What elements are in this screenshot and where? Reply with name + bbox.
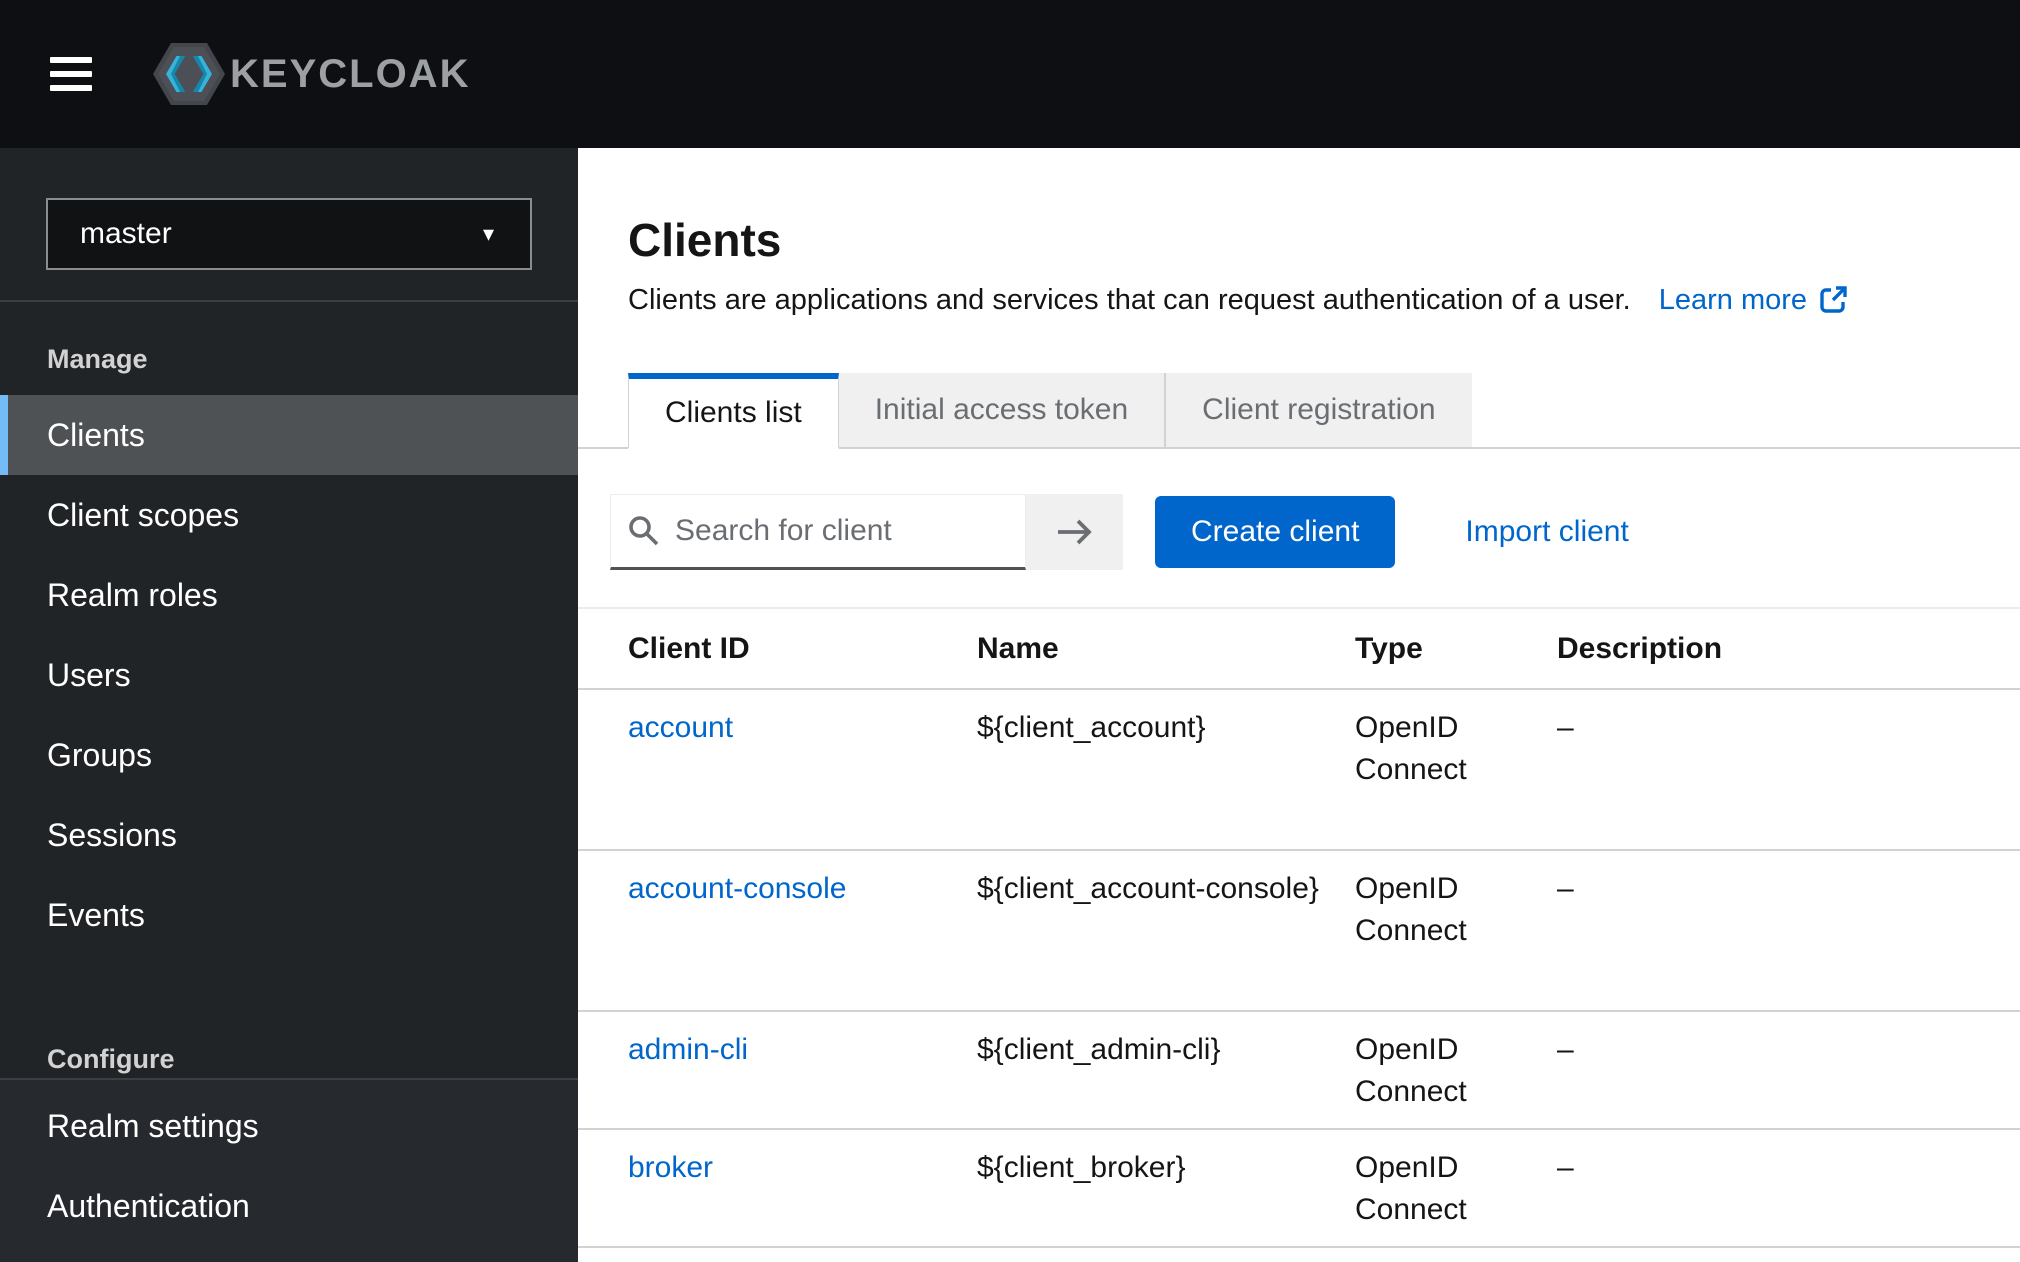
realm-selector[interactable]: master ▾ <box>46 198 532 270</box>
chevron-down-icon: ▾ <box>483 221 494 247</box>
brand-logo: KEYCLOAK <box>152 41 470 107</box>
learn-more-link[interactable]: Learn more <box>1659 282 1849 318</box>
client-id-link[interactable]: account <box>628 707 977 749</box>
sidebar-item-label: Client scopes <box>47 497 239 534</box>
table-row: admin-cli ${client_admin-cli} OpenID Con… <box>578 1012 2020 1130</box>
hamburger-icon <box>50 85 92 91</box>
sidebar-item-realm-roles[interactable]: Realm roles <box>0 555 578 635</box>
search-box <box>610 494 1026 570</box>
sidebar: master ▾ Manage Clients Client scopes Re… <box>0 148 578 1262</box>
sidebar-item-label: Sessions <box>47 817 177 854</box>
table-row: broker ${client_broker} OpenID Connect – <box>578 1130 2020 1248</box>
realm-name: master <box>80 217 172 251</box>
client-description: – <box>1557 1029 1980 1071</box>
client-type: OpenID Connect <box>1355 1147 1545 1231</box>
sidebar-item-label: Users <box>47 657 131 694</box>
sidebar-item-label: Realm settings <box>47 1108 259 1145</box>
sidebar-item-client-scopes[interactable]: Client scopes <box>0 475 578 555</box>
column-header-client-id: Client ID <box>628 632 977 666</box>
tab-client-registration[interactable]: Client registration <box>1164 373 1471 449</box>
client-type: OpenID Connect <box>1355 707 1545 791</box>
keycloak-logo-icon <box>152 41 226 107</box>
external-link-icon <box>1817 284 1849 316</box>
brand-name: KEYCLOAK <box>230 52 470 97</box>
table-body: account ${client_account} OpenID Connect… <box>578 690 2020 1248</box>
tab-initial-access-token[interactable]: Initial access token <box>839 373 1164 449</box>
sidebar-item-clients[interactable]: Clients <box>0 395 578 475</box>
tab-bar: Clients listInitial access tokenClient r… <box>578 373 2020 449</box>
client-name: ${client_admin-cli} <box>977 1029 1355 1071</box>
client-description: – <box>1557 707 1980 749</box>
sidebar-item-events[interactable]: Events <box>0 875 578 955</box>
nav-list-configure: Realm settings Authentication <box>0 1086 578 1246</box>
hamburger-icon <box>50 71 92 77</box>
create-client-button[interactable]: Create client <box>1155 496 1395 568</box>
sidebar-item-realm-settings[interactable]: Realm settings <box>0 1086 578 1166</box>
arrow-right-icon <box>1054 517 1096 547</box>
sidebar-item-authentication[interactable]: Authentication <box>0 1166 578 1246</box>
client-id-link[interactable]: admin-cli <box>628 1029 977 1071</box>
client-type: OpenID Connect <box>1355 868 1545 952</box>
tab-clients-list[interactable]: Clients list <box>628 373 839 449</box>
nav-section-configure: Realm settings Authentication <box>0 1078 578 1262</box>
client-type: OpenID Connect <box>1355 1029 1545 1113</box>
client-description: – <box>1557 868 1980 910</box>
keycloak-admin-console: KEYCLOAK master ▾ Manage Clients Client … <box>0 0 2020 1262</box>
main-content: Clients Clients are applications and ser… <box>578 148 2020 1262</box>
client-name: ${client_account-console} <box>977 868 1355 910</box>
nav-group-manage: Manage <box>0 342 578 376</box>
column-header-name: Name <box>977 632 1355 666</box>
hamburger-icon <box>50 57 92 63</box>
client-description: – <box>1557 1147 1980 1189</box>
table-row: account-console ${client_account-console… <box>578 851 2020 1012</box>
sidebar-item-label: Events <box>47 897 145 934</box>
page-title: Clients <box>628 212 2020 268</box>
sidebar-item-label: Authentication <box>47 1188 250 1225</box>
column-header-description: Description <box>1557 632 1980 666</box>
nav-group-configure: Configure <box>0 1042 578 1076</box>
client-name: ${client_account} <box>977 707 1355 749</box>
search-submit-button[interactable] <box>1026 494 1123 570</box>
client-id-link[interactable]: account-console <box>628 868 977 910</box>
page-description: Clients are applications and services th… <box>628 282 1631 318</box>
sidebar-item-label: Groups <box>47 737 152 774</box>
sidebar-item-users[interactable]: Users <box>0 635 578 715</box>
table-row: account ${client_account} OpenID Connect… <box>578 690 2020 851</box>
search-icon <box>627 514 661 548</box>
toolbar: Create client Import client <box>610 494 2020 570</box>
table-header: Client ID Name Type Description <box>578 609 2020 690</box>
sidebar-item-label: Realm roles <box>47 577 218 614</box>
client-id-link[interactable]: broker <box>628 1147 977 1189</box>
sidebar-item-groups[interactable]: Groups <box>0 715 578 795</box>
sidebar-item-sessions[interactable]: Sessions <box>0 795 578 875</box>
masthead: KEYCLOAK <box>0 0 2020 148</box>
client-name: ${client_broker} <box>977 1147 1355 1189</box>
learn-more-label: Learn more <box>1659 282 1807 318</box>
clients-table: Client ID Name Type Description account … <box>578 607 2020 1248</box>
sidebar-item-label: Clients <box>47 417 145 454</box>
column-header-type: Type <box>1355 632 1557 666</box>
nav-toggle-button[interactable] <box>50 57 92 91</box>
search-input[interactable] <box>675 514 1025 548</box>
import-client-link[interactable]: Import client <box>1465 515 1628 549</box>
nav-list-manage: Clients Client scopes Realm roles Users … <box>0 395 578 955</box>
